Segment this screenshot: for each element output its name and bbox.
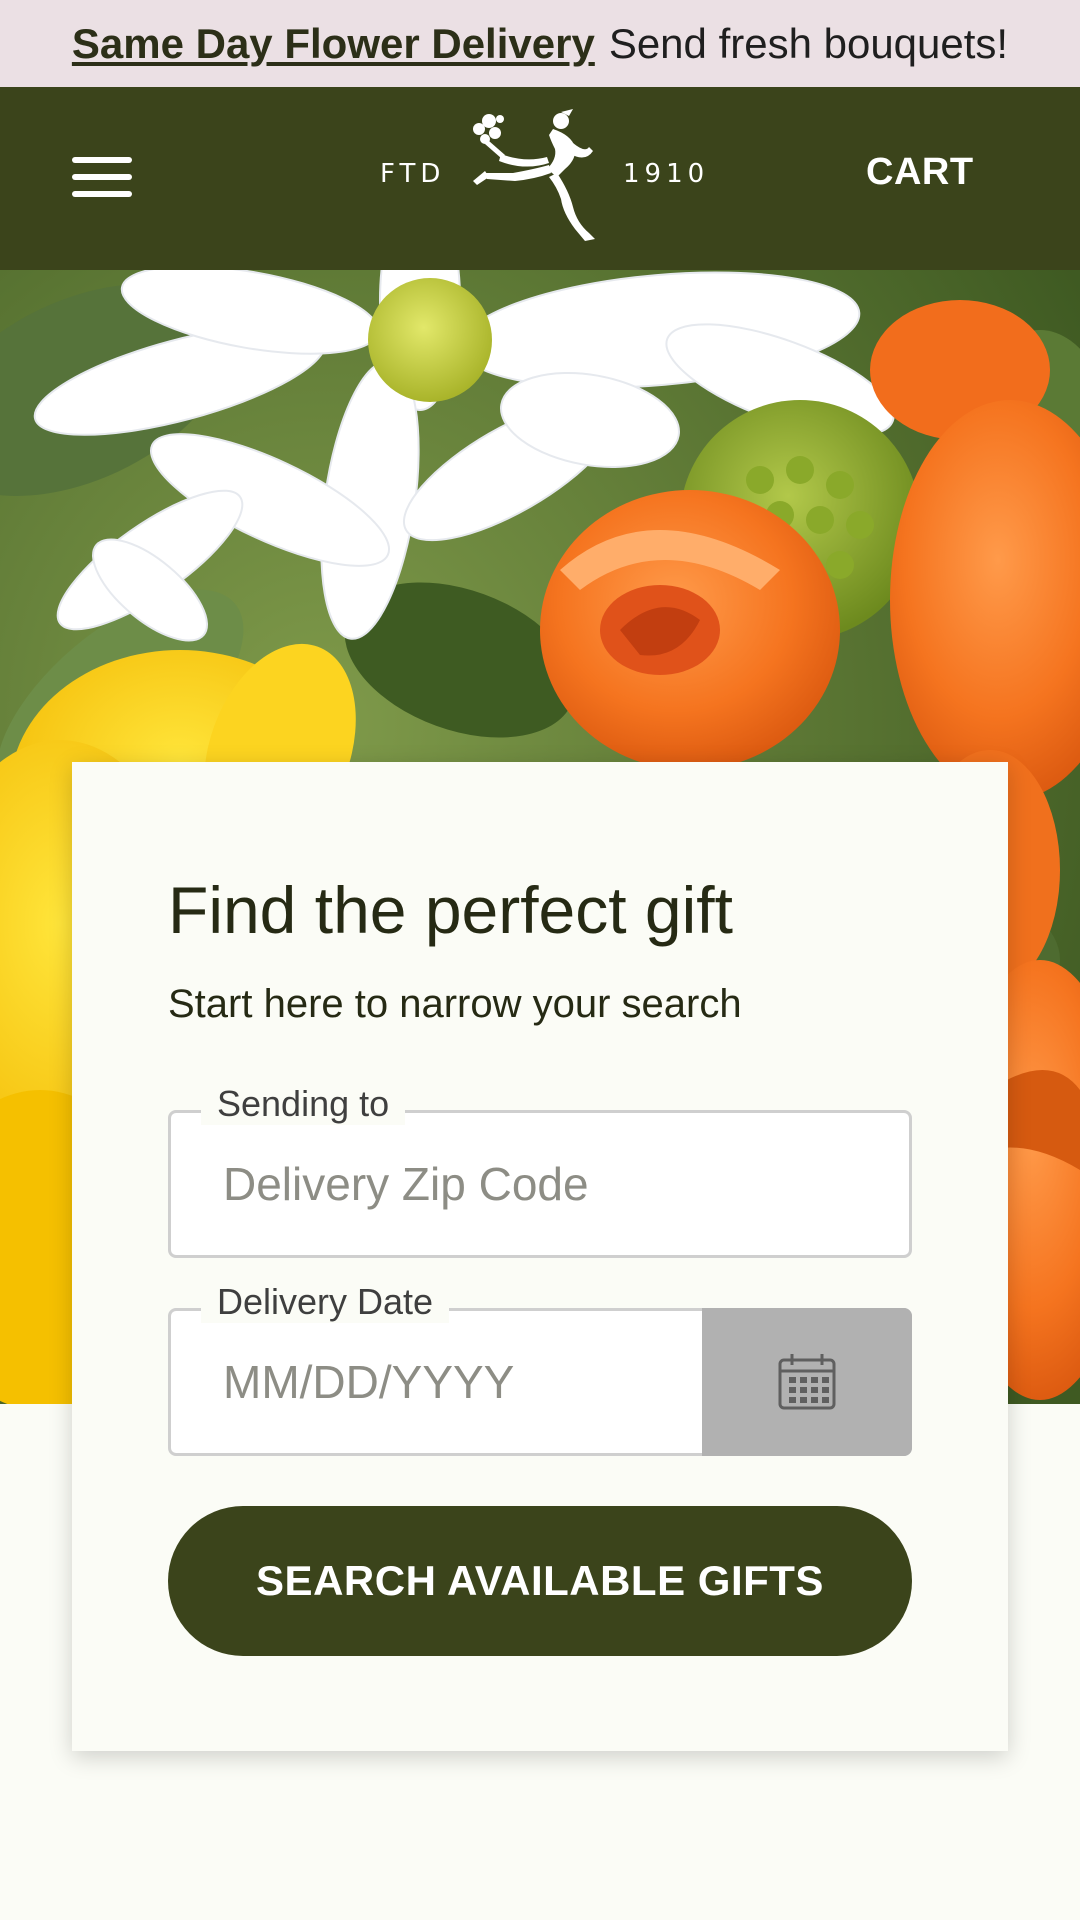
promo-banner: Same Day Flower Delivery Send fresh bouq…: [0, 0, 1080, 87]
card-title: Find the perfect gift: [168, 873, 733, 947]
site-header: FTD 1910 CART: [0, 87, 1080, 270]
card-subtitle: Start here to narrow your search: [168, 982, 742, 1026]
hamburger-menu-icon[interactable]: [72, 153, 132, 203]
zip-code-input[interactable]: [221, 1113, 871, 1255]
logo-right-text: 1910: [623, 159, 710, 189]
promo-tagline: Send fresh bouquets!: [608, 19, 1009, 67]
delivery-date-field: Delivery Date: [168, 1281, 912, 1456]
ftd-logo[interactable]: FTD 1910: [370, 107, 710, 247]
search-available-gifts-button[interactable]: SEARCH AVAILABLE GIFTS: [168, 1506, 912, 1656]
calendar-button[interactable]: [702, 1308, 912, 1456]
zip-code-field: Sending to: [168, 1083, 912, 1258]
mercury-man-logo-icon: [473, 109, 595, 241]
cart-link[interactable]: CART: [866, 151, 974, 194]
delivery-date-input[interactable]: [221, 1311, 671, 1453]
logo-left-text: FTD: [380, 159, 446, 189]
calendar-icon: [778, 1354, 836, 1410]
same-day-delivery-link[interactable]: Same Day Flower Delivery: [72, 20, 595, 68]
gift-search-card: Find the perfect gift Start here to narr…: [72, 762, 1008, 1751]
